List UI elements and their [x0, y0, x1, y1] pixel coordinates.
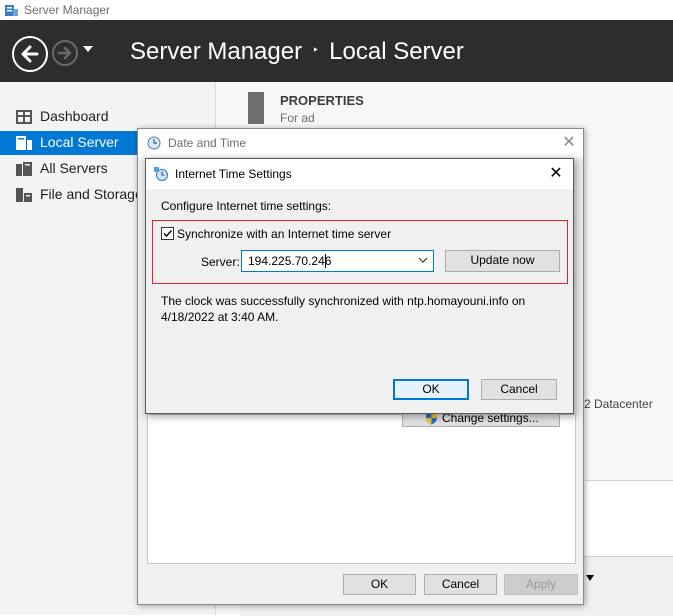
apply-button[interactable]: Apply — [504, 574, 578, 595]
storage-icon — [16, 188, 32, 202]
window-titlebar: Server Manager — [0, 0, 673, 20]
window-title: Server Manager — [24, 3, 111, 17]
sidebar-item-label: Dashboard — [40, 108, 109, 124]
breadcrumb-separator-icon: ‣ — [312, 42, 320, 57]
sidebar-item-dashboard[interactable]: Dashboard — [0, 105, 215, 129]
dialog-titlebar[interactable]: Internet Time Settings ✕ — [146, 159, 573, 189]
dialog-title: Date and Time — [168, 136, 247, 150]
sync-checkbox[interactable] — [161, 227, 174, 240]
server-manager-app-icon — [5, 5, 18, 16]
arrow-left-icon — [21, 45, 39, 63]
nav-history-dropdown-icon[interactable] — [82, 44, 94, 54]
properties-title: PROPERTIES — [280, 93, 364, 108]
server-label: Server: — [201, 255, 240, 269]
internet-time-settings-dialog: Internet Time Settings ✕ Configure Inter… — [145, 158, 574, 414]
breadcrumb-current: Local Server — [329, 38, 464, 65]
server-combobox[interactable]: 194.225.70.246 — [241, 250, 434, 272]
close-button[interactable]: ✕ — [558, 132, 580, 154]
back-button[interactable] — [12, 36, 48, 72]
sync-status-text: The clock was successfully synchronized … — [161, 294, 526, 324]
server-input[interactable]: 194.225.70.246 — [248, 254, 331, 268]
ok-button[interactable]: OK — [393, 379, 469, 400]
chevron-down-icon[interactable] — [418, 254, 428, 266]
sidebar-item-label: File and Storage — [40, 186, 143, 202]
dialog-title: Internet Time Settings — [175, 167, 292, 181]
internet-time-icon — [154, 167, 168, 181]
forward-button[interactable] — [52, 40, 78, 66]
sidebar-item-label: Local Server — [40, 134, 119, 150]
app-header: Server Manager ‣ Local Server — [0, 20, 673, 82]
text-caret — [325, 254, 326, 268]
dashboard-icon — [16, 110, 32, 124]
ok-button[interactable]: OK — [343, 574, 416, 595]
configure-label: Configure Internet time settings: — [161, 199, 332, 213]
checkmark-icon — [163, 230, 173, 238]
sync-checkbox-label[interactable]: Synchronize with an Internet time server — [177, 227, 391, 241]
breadcrumb: Server Manager ‣ Local Server — [130, 38, 464, 66]
close-button[interactable]: ✕ — [544, 163, 568, 185]
tab-panel — [147, 414, 576, 564]
server-icon — [16, 136, 32, 150]
content-panel — [585, 480, 673, 557]
update-now-button[interactable]: Update now — [445, 250, 560, 272]
cancel-button[interactable]: Cancel — [424, 574, 497, 595]
servers-icon — [16, 162, 32, 176]
clock-icon — [147, 136, 161, 150]
os-edition-text: 2 Datacenter — [584, 397, 653, 411]
cancel-button[interactable]: Cancel — [481, 379, 557, 400]
properties-subtitle: For ad — [280, 111, 315, 125]
properties-icon — [248, 92, 264, 124]
arrow-right-icon — [57, 46, 72, 60]
dialog-titlebar[interactable]: Date and Time ✕ — [138, 129, 583, 157]
chevron-down-icon[interactable] — [585, 574, 595, 582]
breadcrumb-root[interactable]: Server Manager — [130, 38, 302, 65]
sidebar-item-label: All Servers — [40, 160, 108, 176]
